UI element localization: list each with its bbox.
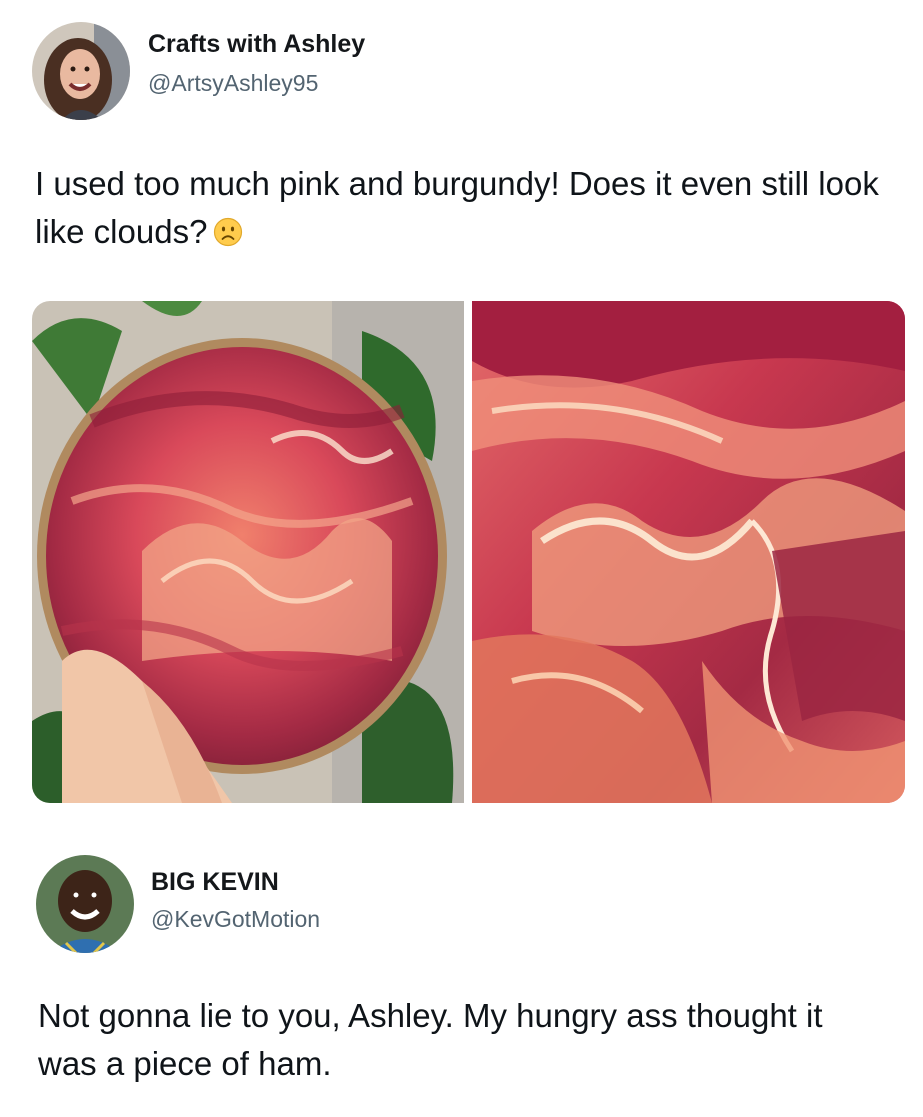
tweet-text: I used too much pink and burgundy! Does … bbox=[35, 160, 895, 256]
tweet-text-body: Not gonna lie to you, Ashley. My hungry … bbox=[38, 997, 823, 1082]
tweet-text-body: I used too much pink and burgundy! Does … bbox=[35, 165, 879, 250]
tweet-original: Crafts with Ashley @ArtsyAshley95 I used… bbox=[0, 0, 923, 810]
media-grid bbox=[32, 301, 905, 803]
user-handle[interactable]: @KevGotMotion bbox=[151, 906, 320, 933]
person-avatar-icon bbox=[32, 22, 130, 120]
display-name[interactable]: Crafts with Ashley bbox=[148, 30, 365, 59]
user-handle[interactable]: @ArtsyAshley95 bbox=[148, 70, 318, 97]
display-name[interactable]: BIG KEVIN bbox=[151, 868, 279, 897]
frowning-face-icon bbox=[214, 217, 243, 247]
avatar-kevin[interactable] bbox=[36, 855, 134, 953]
person-avatar-icon bbox=[36, 855, 134, 953]
painting-closeup-photo-icon bbox=[472, 301, 905, 803]
photo-painted-wood-slice[interactable] bbox=[32, 301, 464, 803]
photo-painting-closeup[interactable] bbox=[472, 301, 905, 803]
avatar-ashley[interactable] bbox=[32, 22, 130, 120]
tweet-reply: BIG KEVIN @KevGotMotion Not gonna lie to… bbox=[0, 810, 923, 1117]
painted-wood-slice-photo-icon bbox=[32, 301, 464, 803]
